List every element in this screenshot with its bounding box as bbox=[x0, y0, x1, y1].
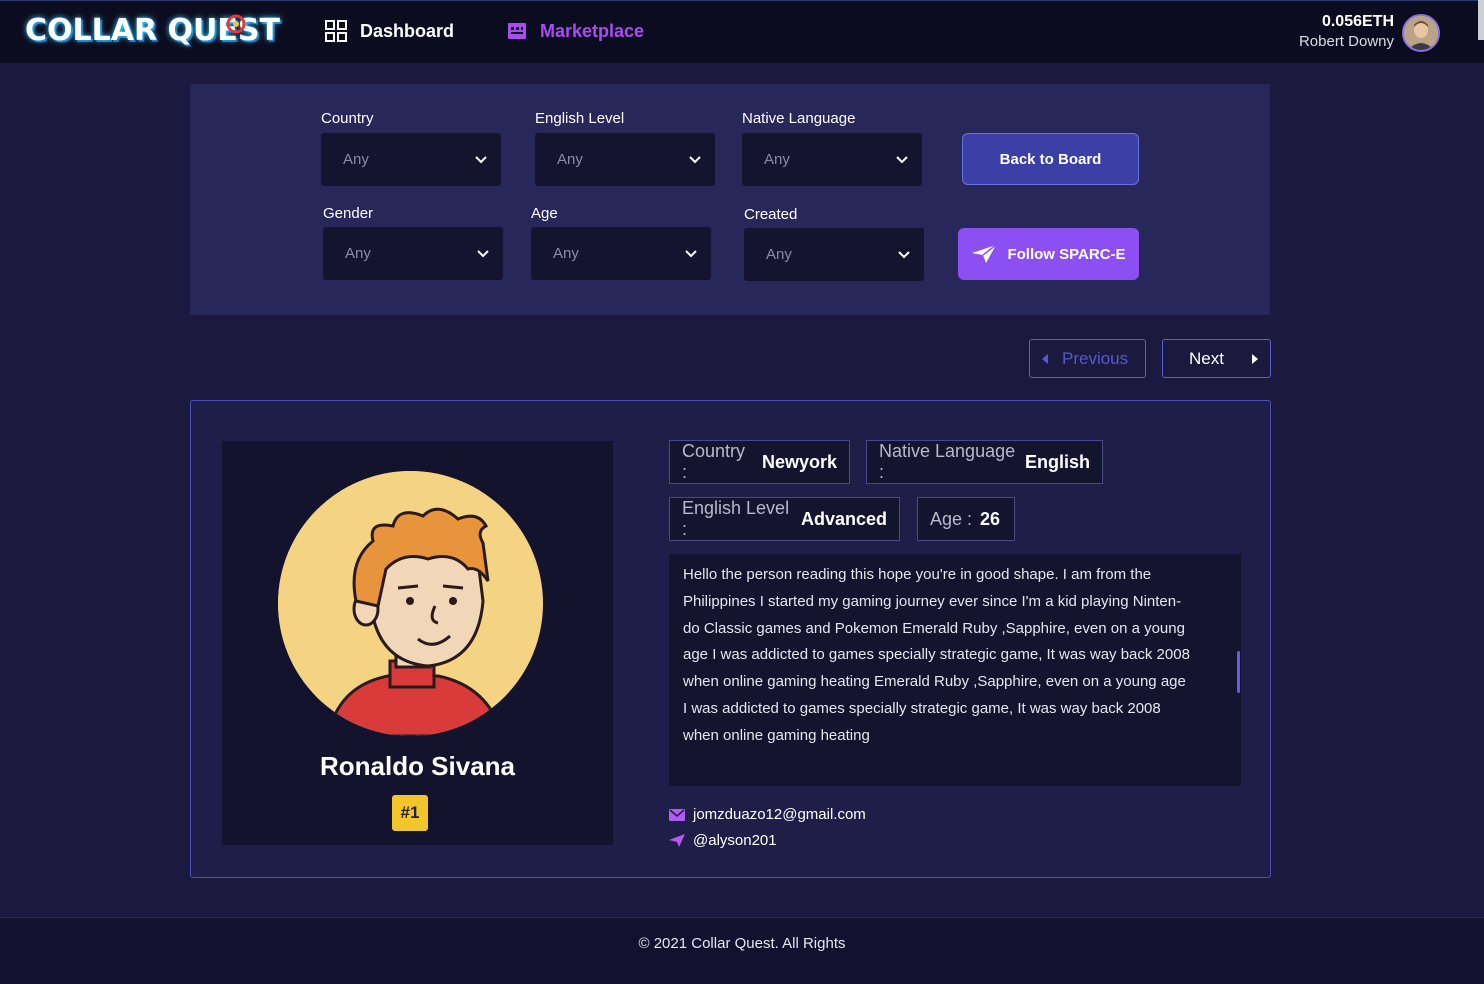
gender-select-value: Any bbox=[345, 245, 371, 262]
country-tag-key: Country : bbox=[682, 441, 746, 482]
created-filter-label: Created bbox=[744, 206, 798, 223]
english-level-filter-label: English Level bbox=[535, 110, 625, 127]
english-level-tag-value: Advanced bbox=[800, 508, 887, 529]
bio-line: when online gaming heating bbox=[683, 726, 870, 744]
profile-name: Ronaldo Sivana bbox=[319, 751, 516, 781]
window-edge bbox=[1478, 0, 1484, 40]
chevron-down-icon bbox=[896, 155, 908, 163]
country-filter-label: Country bbox=[321, 110, 374, 127]
rank-badge: #1 bbox=[392, 795, 428, 831]
next-button-label: Next bbox=[1189, 348, 1224, 368]
email-text: jomzduazo12@gmail.com bbox=[693, 806, 866, 823]
nav-dashboard-label: Dashboard bbox=[360, 20, 455, 41]
native-language-tag-key: Native Language : bbox=[879, 441, 1016, 482]
chevron-down-icon bbox=[689, 155, 701, 163]
caret-right-icon bbox=[1251, 353, 1258, 364]
english-level-select[interactable]: Any bbox=[535, 133, 715, 186]
mail-icon bbox=[669, 808, 685, 821]
english-level-select-value: Any bbox=[557, 151, 583, 168]
next-button[interactable]: Next bbox=[1162, 339, 1271, 378]
nav-marketplace[interactable]: Marketplace bbox=[506, 17, 644, 45]
profile-picture-panel: Ronaldo Sivana #1 bbox=[222, 441, 613, 845]
age-tag-key: Age : bbox=[930, 508, 973, 529]
nav-dashboard[interactable]: Dashboard bbox=[324, 17, 454, 45]
chevron-down-icon bbox=[477, 249, 489, 257]
telegram-contact[interactable]: @alyson201 bbox=[669, 832, 777, 849]
native-language-tag: Native Language : English bbox=[866, 440, 1103, 484]
copyright-text: © 2021 Collar Quest. All Rights bbox=[638, 935, 846, 952]
english-level-tag: English Level : Advanced bbox=[669, 497, 900, 541]
logo-badge-icon bbox=[226, 14, 246, 34]
user-avatar[interactable] bbox=[1402, 14, 1440, 52]
age-tag: Age : 26 bbox=[917, 497, 1015, 541]
country-tag: Country : Newyork bbox=[669, 440, 850, 484]
english-level-tag-key: English Level : bbox=[682, 498, 790, 539]
account-info[interactable]: 0.056ETH Robert Downy bbox=[1299, 13, 1394, 50]
profile-avatar bbox=[278, 471, 543, 736]
bio-line: I was addicted to games specially strate… bbox=[683, 699, 1161, 717]
age-select[interactable]: Any bbox=[531, 227, 711, 280]
native-language-select-value: Any bbox=[764, 151, 790, 168]
native-language-select[interactable]: Any bbox=[742, 133, 922, 186]
native-language-tag-value: English bbox=[1024, 451, 1090, 472]
follow-button-label: Follow SPARC-E bbox=[1007, 245, 1126, 263]
grid-icon bbox=[325, 20, 347, 42]
telegram-handle: @alyson201 bbox=[693, 832, 777, 849]
bio-line: Hello the person reading this hope you'r… bbox=[683, 566, 1152, 583]
chevron-down-icon bbox=[475, 155, 487, 163]
back-to-board-button[interactable]: Back to Board bbox=[962, 133, 1139, 185]
chevron-down-icon bbox=[898, 250, 910, 258]
eth-balance: 0.056ETH bbox=[1321, 13, 1394, 30]
follow-sparc-e-button[interactable]: Follow SPARC-E bbox=[958, 228, 1139, 280]
bio-line: do Classic games and Pokemon Emerald Rub… bbox=[683, 619, 1185, 637]
gender-filter-label: Gender bbox=[323, 205, 374, 222]
store-icon bbox=[508, 23, 526, 39]
email-contact[interactable]: jomzduazo12@gmail.com bbox=[669, 806, 866, 823]
gender-select[interactable]: Any bbox=[323, 227, 503, 280]
previous-button[interactable]: Previous bbox=[1029, 339, 1146, 378]
bio-scrollbar[interactable] bbox=[1237, 651, 1240, 693]
top-navigation-bar: COLLAR QUEST Dashboard Marketplace 0.056… bbox=[0, 0, 1484, 63]
bio-line: Philippines I started my gaming journey … bbox=[683, 592, 1182, 610]
age-filter-label: Age bbox=[531, 205, 558, 222]
footer: © 2021 Collar Quest. All Rights bbox=[0, 917, 1484, 984]
created-select[interactable]: Any bbox=[744, 228, 924, 281]
bio-line: age I was addicted to games specially st… bbox=[683, 646, 1190, 664]
bio-line: when online gaming heating Emerald Ruby … bbox=[683, 673, 1186, 691]
age-select-value: Any bbox=[553, 245, 579, 262]
native-language-filter-label: Native Language bbox=[742, 110, 856, 127]
country-select-value: Any bbox=[343, 151, 369, 168]
filter-panel: Country Any English Level Any Native Lan… bbox=[190, 84, 1270, 315]
caret-left-icon bbox=[1042, 353, 1048, 364]
age-tag-value: 26 bbox=[980, 508, 1001, 529]
profile-bio[interactable]: Hello the person reading this hope you'r… bbox=[669, 554, 1241, 786]
chevron-down-icon bbox=[685, 249, 697, 257]
created-select-value: Any bbox=[766, 246, 792, 263]
nav-marketplace-label: Marketplace bbox=[540, 20, 645, 41]
profile-card: Ronaldo Sivana #1 Country : Newyork Nati… bbox=[190, 400, 1271, 878]
account-name: Robert Downy bbox=[1298, 33, 1394, 50]
country-tag-value: Newyork bbox=[761, 451, 837, 472]
paper-plane-icon bbox=[972, 244, 997, 263]
previous-button-label: Previous bbox=[1062, 348, 1129, 368]
country-select[interactable]: Any bbox=[321, 133, 501, 186]
telegram-icon bbox=[669, 834, 685, 847]
